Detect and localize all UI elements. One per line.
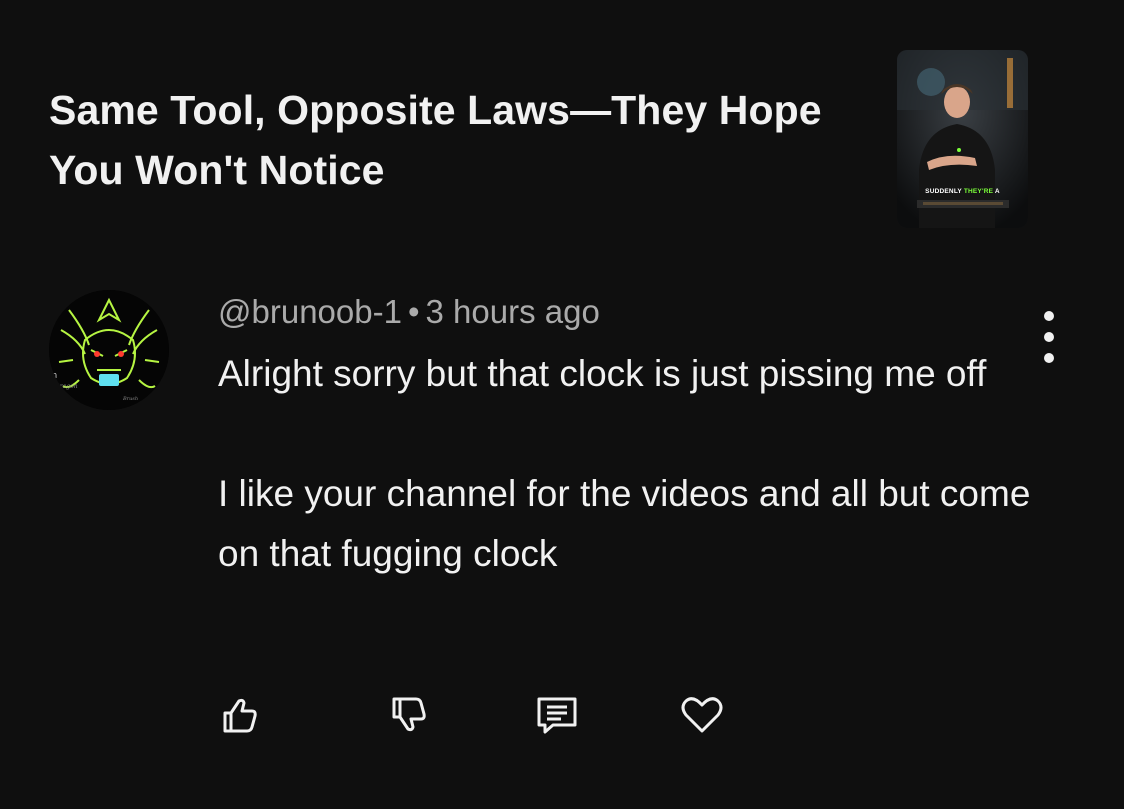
avatar[interactable]: in Dragon Brush [49, 290, 169, 410]
thumbnail-caption: SUDDENLY THEY'RE A [897, 188, 1028, 195]
caption-word: A [994, 188, 1000, 195]
reply-button[interactable] [532, 690, 582, 740]
heart-button[interactable] [677, 690, 727, 740]
more-options-icon-dot [1044, 332, 1054, 342]
avatar-lettering: in [49, 371, 57, 381]
avatar-lettering: Dragon [54, 383, 78, 390]
comment-text: Alright sorry but that clock is just pis… [218, 344, 1038, 584]
thumbs-down-icon [392, 697, 426, 732]
thumbs-up-icon [223, 698, 257, 733]
comment: in Dragon Brush @brunoob-1 • 3 hours ago A… [0, 280, 1124, 809]
comment-paragraph: I like your channel for the videos and a… [218, 473, 1031, 574]
dragon-avatar-icon: in Dragon Brush [49, 290, 169, 410]
video-thumbnail[interactable]: SUDDENLY THEY'RE A [897, 50, 1028, 228]
comment-timestamp[interactable]: 3 hours ago [426, 293, 600, 330]
heart-icon [681, 697, 723, 733]
meta-separator: • [407, 293, 420, 330]
comment-actions [0, 690, 1124, 740]
comment-paragraph: Alright sorry but that clock is just pis… [218, 353, 987, 394]
comment-meta: @brunoob-1 • 3 hours ago [218, 292, 600, 332]
comment-icon [537, 697, 577, 734]
more-options-icon [1044, 311, 1054, 321]
thumbnail-image [897, 50, 1028, 228]
more-options-icon-dot [1044, 353, 1054, 363]
video-title[interactable]: Same Tool, Opposite Laws—They Hope You W… [49, 80, 849, 200]
like-button[interactable] [214, 690, 264, 740]
caption-word: SUDDENLY [925, 188, 962, 195]
caption-highlight: THEY'RE [963, 188, 994, 195]
video-header: Same Tool, Opposite Laws—They Hope You W… [0, 0, 1124, 250]
comment-author[interactable]: @brunoob-1 [218, 293, 402, 330]
dislike-button[interactable] [383, 690, 433, 740]
avatar-lettering: Brush [122, 396, 138, 402]
